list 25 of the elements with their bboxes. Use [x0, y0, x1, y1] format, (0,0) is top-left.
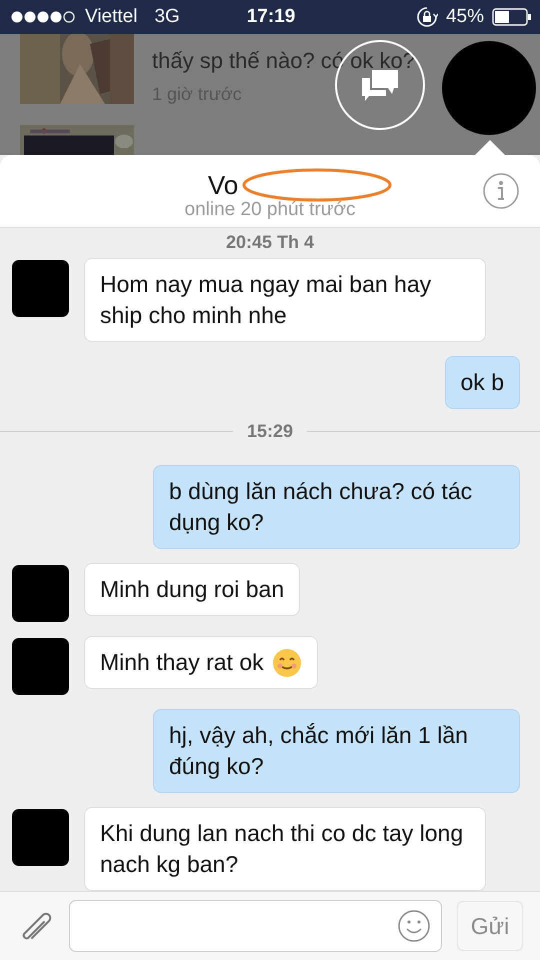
carrier-name: Viettel	[85, 6, 138, 28]
smiley-icon	[272, 648, 302, 678]
smiley-icon	[397, 909, 431, 943]
sender-avatar	[12, 638, 69, 695]
sender-avatar	[12, 260, 69, 317]
contact-name: Vo	[208, 170, 238, 200]
message-text: hj, vậy ah, chắc mới lăn 1 lần đúng ko?	[169, 721, 469, 781]
battery-icon	[492, 8, 532, 26]
message-text: Khi dung lan nach thi co dc tay long nach kg ban?	[100, 819, 464, 879]
rotation-lock-icon	[416, 6, 438, 28]
info-button[interactable]	[482, 172, 520, 210]
message-input[interactable]	[69, 900, 442, 952]
clock: 17:19	[246, 6, 296, 28]
message-text: Minh dung roi ban	[100, 575, 284, 604]
sender-avatar	[12, 565, 69, 622]
message-text: b dùng lăn nách chưa? có tác dụng ko?	[169, 477, 474, 537]
message-text: ok b	[460, 368, 504, 397]
sender-avatar	[12, 809, 69, 866]
online-status: online 20 phút trước	[184, 199, 356, 221]
battery-percent: 45%	[446, 6, 484, 28]
network-type: 3G	[154, 6, 180, 28]
info-icon	[482, 172, 520, 210]
message-text: Hom nay mua ngay mai ban hay ship cho minh nhe	[100, 270, 432, 330]
chat-bubbles-icon	[360, 68, 400, 102]
message-text: Minh thay rat ok	[100, 648, 264, 677]
